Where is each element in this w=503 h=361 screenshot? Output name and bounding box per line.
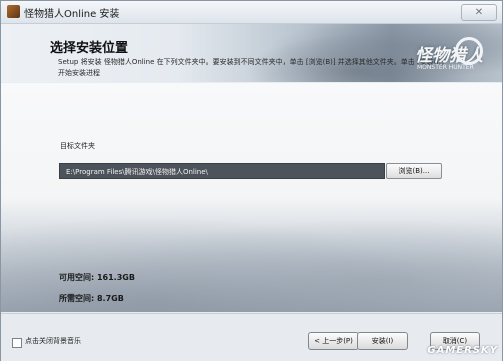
install-path-text: E:\Program Files\腾讯游戏\怪物猎人Online\ [66,168,208,176]
install-path-field[interactable]: E:\Program Files\腾讯游戏\怪物猎人Online\ [59,163,385,179]
mute-music-label[interactable]: 点击关闭背景音乐 [25,336,81,346]
destination-folder-label: 目标文件夹 [60,142,95,150]
install-button[interactable]: 安装(I) [357,332,408,350]
back-button[interactable]: < 上一步(P) [308,332,359,350]
footer-bar: 点击关闭背景音乐 < 上一步(P) 安装(I) 取消(C) GAMERSKY [1,313,502,361]
logo-subtitle: MONSTER HUNTER [417,64,474,71]
close-icon: ✕ [474,7,484,18]
required-space-label: 所需空间: 8.7GB [59,294,124,303]
window-title: 怪物猎人Online 安装 [24,9,120,20]
page-description: Setup 将安装 怪物猎人Online 在下列文件夹中。要安装到不同文件夹中，… [58,58,445,77]
close-button[interactable]: ✕ [461,4,497,21]
title-bar: 怪物猎人Online 安装 ✕ [1,1,502,24]
browse-button[interactable]: 浏览(B)... [386,163,442,179]
header-banner: 选择安装位置 Setup 将安装 怪物猎人Online 在下列文件夹中。要安装到… [1,24,502,82]
watermark: GAMERSKY [427,345,498,356]
page-title: 选择安装位置 [50,41,129,56]
free-space-label: 可用空间: 161.3GB [59,273,135,282]
mute-music-checkbox[interactable] [12,338,22,348]
app-icon [7,5,20,18]
installer-window: 怪物猎人Online 安装 ✕ 选择安装位置 Setup 将安装 怪物猎人Onl… [0,0,503,361]
content-area: 目标文件夹 E:\Program Files\腾讯游戏\怪物猎人Online\ … [1,83,502,312]
logo-ring [455,37,483,65]
game-logo: 怪物猎人 MONSTER HUNTER [415,31,489,75]
